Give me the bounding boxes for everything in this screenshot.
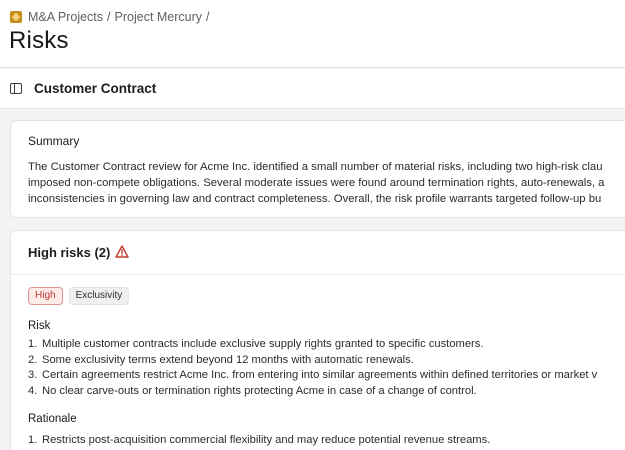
- summary-line: imposed non-compete obligations. Several…: [28, 177, 605, 189]
- high-risks-header[interactable]: High risks (2): [11, 231, 625, 275]
- summary-label: Summary: [28, 134, 80, 148]
- rationale-label: Rationale: [28, 413, 77, 425]
- summary-line: inconsistencies in governing law and con…: [28, 193, 602, 205]
- list-item-text: Certain agreements restrict Acme Inc. fr…: [42, 369, 598, 381]
- project-logo-icon: [10, 11, 22, 23]
- list-item-number: 1.: [28, 434, 38, 446]
- breadcrumb-item-ma-projects[interactable]: M&A Projects: [28, 10, 103, 24]
- risk-label: Risk: [28, 320, 51, 332]
- section-header: Customer Contract: [0, 69, 625, 109]
- severity-badge: High: [28, 287, 63, 305]
- section-title: Customer Contract: [34, 81, 157, 96]
- list-item-text: Restricts post-acquisition commercial fl…: [42, 434, 491, 446]
- breadcrumb-separator: /: [107, 10, 111, 24]
- breadcrumb: M&A Projects / Project Mercury /: [10, 10, 214, 24]
- list-item-number: 2.: [28, 353, 38, 366]
- list-item-text: Multiple customer contracts include excl…: [42, 338, 484, 350]
- summary-line: The Customer Contract review for Acme In…: [28, 161, 603, 173]
- summary-text: The Customer Contract review for Acme In…: [28, 159, 625, 207]
- list-item-number: 4.: [28, 384, 38, 397]
- page-header: M&A Projects / Project Mercury / Risks: [0, 0, 625, 68]
- list-item: 1. Restricts post-acquisition commercial …: [28, 433, 625, 449]
- category-badge: Exclusivity: [68, 287, 130, 305]
- list-item-number: 3.: [28, 369, 38, 381]
- list-item-text: No clear carve-outs or termination right…: [42, 384, 477, 397]
- list-item-text: Some exclusivity terms extend beyond 12 …: [42, 353, 414, 366]
- list-item: 4. No clear carve-outs or termination rig…: [28, 384, 625, 400]
- breadcrumb-separator: /: [206, 10, 210, 24]
- risk-list: 1. Multiple customer contracts include ex…: [28, 337, 625, 399]
- high-risks-title: High risks (2): [28, 245, 111, 260]
- warning-triangle-icon: [115, 245, 129, 258]
- high-risks-card: High risks (2) High Exclusivity Risk 1. M…: [10, 230, 625, 450]
- risk-badges: High Exclusivity: [28, 287, 130, 305]
- list-item: 2. Some exclusivity terms extend beyond 1…: [28, 353, 625, 369]
- list-item: 1. Multiple customer contracts include ex…: [28, 337, 625, 353]
- list-item: 3. Certain agreements restrict Acme Inc. …: [28, 368, 625, 384]
- sidebar-toggle-icon[interactable]: [10, 83, 22, 94]
- breadcrumb-item-project-mercury[interactable]: Project Mercury: [115, 10, 203, 24]
- rationale-list: 1. Restricts post-acquisition commercial …: [28, 433, 625, 449]
- summary-card: Summary The Customer Contract review for…: [10, 120, 625, 218]
- page-title: Risks: [9, 27, 69, 54]
- list-item-number: 1.: [28, 338, 38, 350]
